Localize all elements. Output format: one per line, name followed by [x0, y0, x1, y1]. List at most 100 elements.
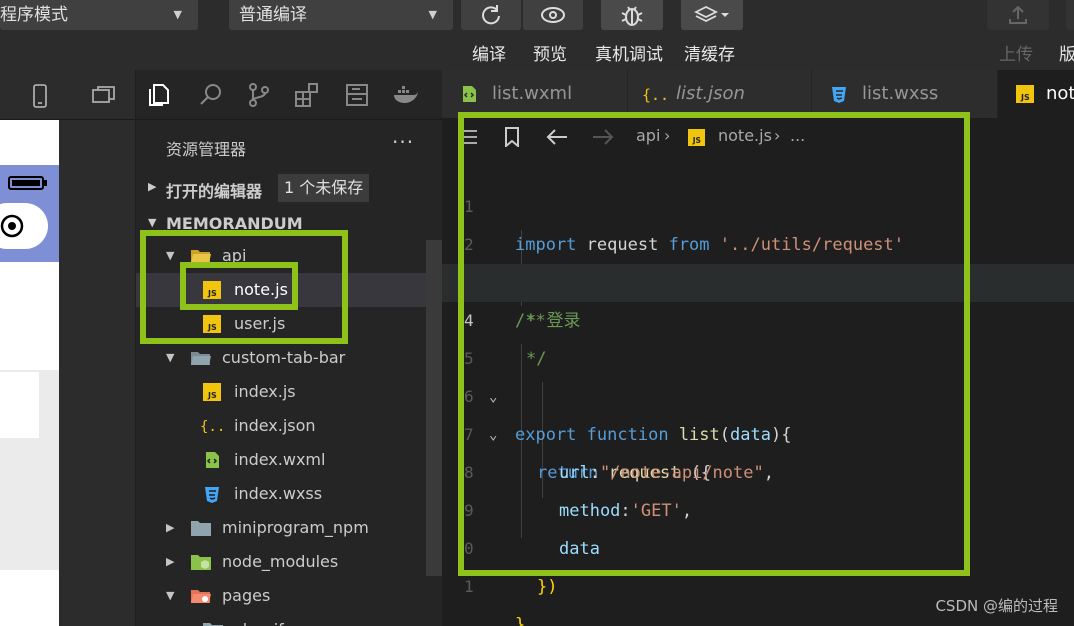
storage-icon[interactable] — [344, 82, 370, 108]
chevron-down-icon: ▼ — [166, 589, 175, 602]
clear-cache-button[interactable] — [681, 0, 743, 30]
more-actions-icon[interactable]: ··· — [392, 130, 414, 154]
tree-item-label: index.wxss — [234, 484, 323, 503]
node-folder-icon — [191, 555, 211, 570]
extensions-icon[interactable] — [294, 82, 320, 108]
unsaved-badge: 1 个未保存 — [278, 174, 370, 202]
debug-label: 真机调试 — [595, 45, 663, 65]
tab-label: list.wxss — [862, 83, 939, 104]
tab-list-json[interactable]: {..} list.json — [628, 70, 812, 118]
folder-icon — [203, 623, 223, 626]
tree-item-label: index.wxml — [234, 450, 326, 469]
refresh-icon — [482, 5, 500, 25]
explorer-panel: 资源管理器 ··· ▶ 打开的编辑器 1 个未保存 ▼ MEMORANDUM ▼… — [136, 70, 442, 626]
tree-file-index-wxss[interactable]: index.wxss — [136, 477, 442, 511]
simulator-navbar — [0, 165, 59, 262]
folder-icon — [191, 521, 211, 536]
layers-icon — [694, 5, 729, 23]
upload-label: 上传 — [999, 45, 1033, 65]
record-icon — [0, 214, 24, 238]
window-icon[interactable] — [92, 85, 116, 105]
capsule-button[interactable] — [0, 203, 48, 249]
highlight-box-note-js — [180, 262, 298, 310]
tree-folder-custom-tab-bar[interactable]: ▼ custom-tab-bar — [136, 341, 442, 375]
mode-select[interactable]: 程序模式 ▼ — [0, 0, 198, 30]
mode-select-value: 程序模式 — [0, 5, 68, 25]
wxml-file-icon — [463, 86, 476, 102]
tree-file-index-json[interactable]: {..} index.json — [136, 409, 442, 443]
tree-file-index-wxml[interactable]: index.wxml — [136, 443, 442, 477]
chevron-down-icon: ▼ — [173, 8, 182, 21]
top-toolbar: 程序模式 ▼ 普通编译 ▼ 编译 预览 真机调试 清缓存 上传 版 — [0, 0, 1074, 70]
highlight-box-code — [458, 112, 970, 576]
tree-item-label: pages — [222, 586, 271, 605]
chevron-down-icon: ▼ — [166, 351, 175, 364]
svg-text:{..}: {..} — [200, 419, 224, 434]
tab-label: list.wxml — [492, 83, 573, 104]
version-label: 版 — [1059, 45, 1074, 65]
files-icon[interactable] — [146, 82, 172, 108]
version-button[interactable] — [1066, 0, 1074, 30]
json-file-icon: {..} — [642, 86, 670, 104]
docker-icon[interactable] — [392, 82, 420, 108]
simulator-toolbar — [0, 70, 135, 120]
tree-item-label: node_modules — [222, 552, 339, 571]
compile-label: 编译 — [472, 45, 506, 65]
code-token: } — [515, 615, 526, 626]
eye-icon — [541, 7, 565, 23]
json-file-icon: {..} — [200, 419, 224, 434]
tab-list-wxss[interactable]: list.wxss — [812, 70, 998, 118]
wxml-file-icon — [206, 452, 219, 468]
chevron-right-icon: ▶ — [148, 180, 157, 193]
tab-label: note — [1046, 83, 1074, 104]
tab-list-wxml[interactable]: list.wxml — [442, 70, 628, 118]
bug-icon — [621, 6, 643, 26]
simulator-card — [0, 372, 39, 438]
compile-select-value: 普通编译 — [239, 5, 307, 25]
js-file-icon: JS — [203, 383, 221, 401]
battery-icon — [8, 176, 47, 190]
preview-button[interactable] — [523, 0, 583, 30]
source-control-icon[interactable] — [246, 82, 272, 108]
wxss-file-icon — [832, 87, 846, 103]
tree-item-label: index.json — [234, 416, 316, 435]
upload-icon — [1009, 5, 1027, 24]
tree-folder-pages[interactable]: ▼ pages — [136, 579, 442, 613]
tab-note-js[interactable]: JS note — [998, 70, 1074, 118]
tab-label: list.json — [676, 83, 745, 104]
explorer-scrollbar[interactable] — [426, 240, 442, 576]
tree-file-index-js[interactable]: JS index.js — [136, 375, 442, 409]
compile-button[interactable] — [461, 0, 521, 30]
tree-item-label: classify — [234, 613, 293, 626]
chevron-right-icon: ▶ — [166, 521, 175, 534]
compile-select[interactable]: 普通编译 ▼ — [229, 0, 453, 30]
debug-button[interactable] — [601, 0, 663, 30]
pages-folder-icon — [191, 590, 211, 603]
svg-text:JS: JS — [207, 391, 217, 400]
explorer-title: 资源管理器 — [166, 140, 247, 159]
svg-text:JS: JS — [1020, 93, 1030, 102]
activity-bar — [136, 70, 442, 120]
preview-label: 预览 — [533, 45, 567, 65]
js-file-icon: JS — [1016, 85, 1034, 103]
watermark: CSDN @编的过程 — [935, 597, 1058, 615]
tree-item-label: miniprogram_npm — [222, 518, 369, 537]
upload-button[interactable] — [987, 0, 1049, 30]
open-editors-label: 打开的编辑器 — [166, 182, 263, 201]
clear-cache-label: 清缓存 — [684, 45, 735, 65]
phone-icon[interactable] — [32, 84, 48, 108]
tree-folder-node-modules[interactable]: ▶ node_modules — [136, 545, 442, 579]
tree-item-label: index.js — [234, 382, 296, 401]
simulator-gutter — [59, 120, 135, 626]
search-icon[interactable] — [198, 82, 224, 108]
svg-text:{..}: {..} — [642, 86, 670, 104]
chevron-down-icon: ▼ — [148, 216, 157, 229]
folder-open-icon — [191, 352, 211, 365]
editor-tabs: list.wxml {..} list.json list.wxss JS no… — [442, 70, 1074, 118]
tree-folder-classify[interactable]: ▶ classify — [136, 613, 442, 626]
chevron-right-icon: ▶ — [166, 555, 175, 568]
tree-folder-miniprogram-npm[interactable]: ▶ miniprogram_npm — [136, 511, 442, 545]
tree-item-label: custom-tab-bar — [222, 348, 346, 367]
simulator-panel — [0, 70, 135, 626]
wxss-file-icon — [205, 487, 219, 503]
